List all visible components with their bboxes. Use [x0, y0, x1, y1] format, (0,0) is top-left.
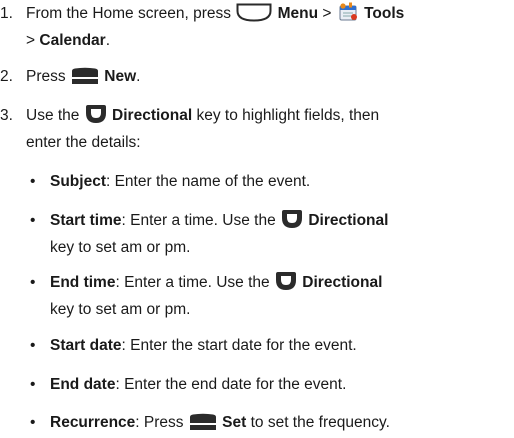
directional-key-icon [85, 104, 107, 131]
field-description: to set the frequency. [250, 414, 390, 431]
directional-label: Directional [112, 107, 193, 124]
field-label: Subject [50, 173, 106, 190]
instruction-page: 1. From the Home screen, press Menu > To… [0, 0, 514, 437]
field-description: : Enter a time. Use the [121, 212, 276, 229]
field-description: : Press [135, 414, 184, 431]
bullet-dot: • [30, 173, 36, 190]
field-description: : Enter a time. Use the [115, 274, 270, 291]
bullet-text: Start time: Enter a time. Use the Direct… [50, 209, 514, 259]
menu-key-icon [236, 3, 272, 29]
field-label: End date [50, 376, 116, 393]
directional-label: Directional [302, 274, 383, 291]
calendar-label: Calendar [39, 32, 106, 49]
bullet-text: End time: Enter a time. Use the Directio… [50, 271, 514, 321]
separator: > [26, 32, 36, 49]
field-description: : Enter the start date for the event. [121, 337, 357, 354]
field-description: : Enter the name of the event. [105, 173, 311, 190]
period: . [136, 68, 141, 85]
field-description: key to set am or pm. [50, 239, 191, 256]
menu-label: Menu [277, 5, 319, 22]
field-label: Start date [50, 337, 122, 354]
step-number: 3. [0, 107, 13, 124]
step-text-part: From the Home screen, press [26, 5, 232, 22]
step-text-part: enter the details: [26, 134, 141, 151]
directional-key-icon [275, 271, 297, 298]
bullet-text: Start date: Enter the start date for the… [50, 334, 514, 357]
bullet-text: Recurrence: Press Set to set the frequen… [50, 411, 514, 438]
bullet-dot: • [30, 376, 36, 393]
set-label: Set [222, 414, 247, 431]
step-number: 1. [0, 5, 13, 22]
tools-label: Tools [364, 5, 405, 22]
bullet-dot: • [30, 337, 36, 354]
softkey-icon [189, 413, 217, 438]
new-label: New [104, 68, 137, 85]
bullet-text: Subject: Enter the name of the event. [50, 170, 514, 193]
field-description: key to set am or pm. [50, 301, 191, 318]
field-label: End time [50, 274, 116, 291]
period: . [105, 32, 111, 49]
bullet-dot: • [30, 414, 36, 431]
step-text: Use the Directional key to highlight fie… [26, 104, 514, 154]
step-text: Press New. [26, 65, 514, 92]
step-text: From the Home screen, press Menu > Tools… [26, 2, 514, 52]
softkey-icon [71, 67, 99, 92]
field-description: : Enter the end date for the event. [115, 376, 347, 393]
tools-app-icon [337, 2, 359, 29]
step-text-part: Press [26, 68, 66, 85]
step-text-part: Use the [26, 107, 80, 124]
step-number: 2. [0, 68, 13, 85]
directional-label: Directional [308, 212, 389, 229]
step-text-part: key to highlight fields, then [196, 107, 380, 124]
field-label: Start time [50, 212, 122, 229]
bullet-text: End date: Enter the end date for the eve… [50, 373, 514, 396]
separator: > [322, 5, 332, 22]
bullet-dot: • [30, 274, 36, 291]
directional-key-icon [281, 209, 303, 236]
field-label: Recurrence [50, 414, 136, 431]
bullet-dot: • [30, 212, 36, 229]
